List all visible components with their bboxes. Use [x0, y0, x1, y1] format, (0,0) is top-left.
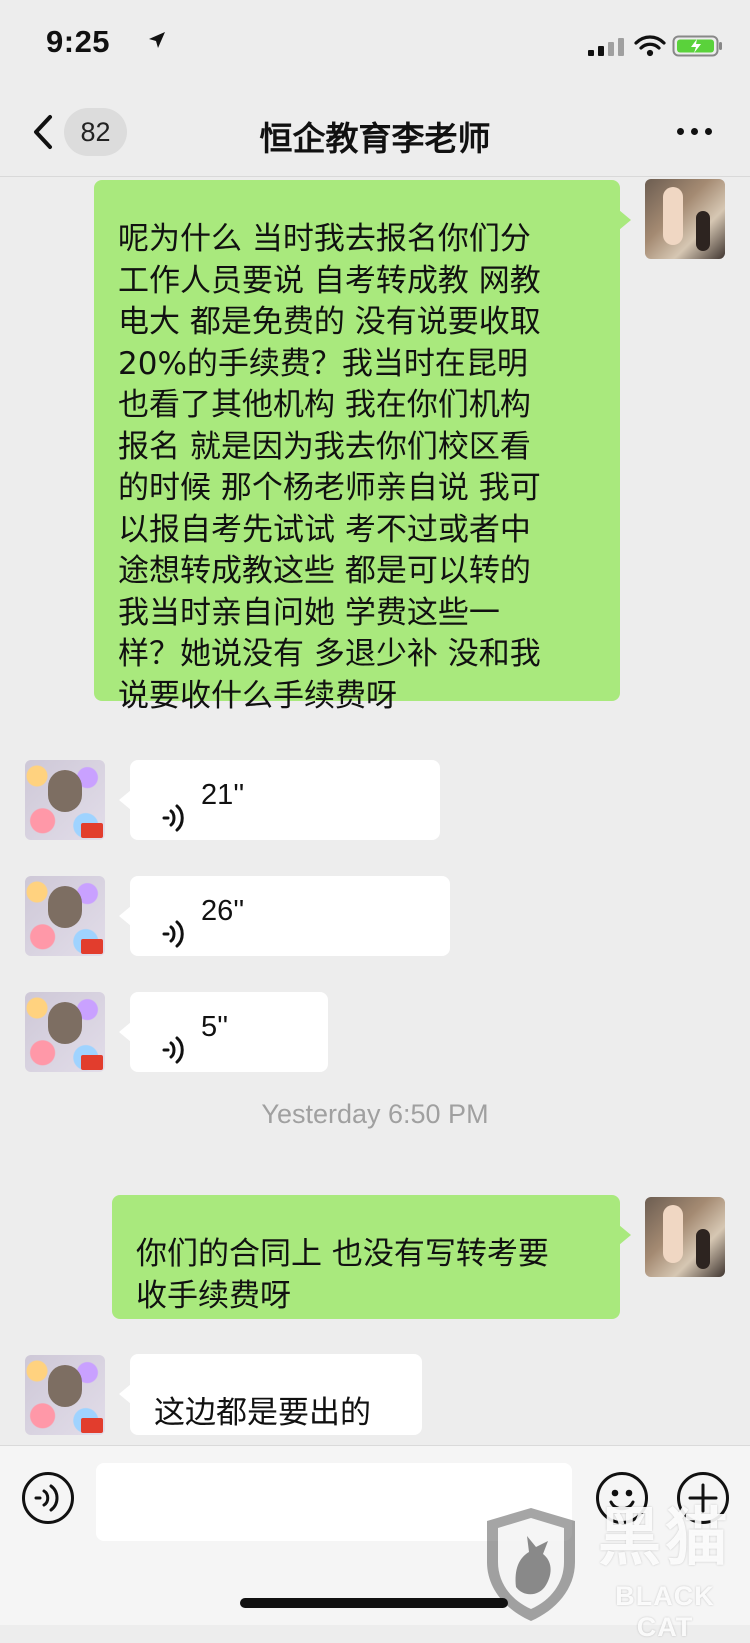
contact-avatar[interactable] [25, 760, 105, 840]
message-text: 呢为什么 当时我去报名你们分 工作人员要说 自考转成教 网教 电大 都是免费的 … [118, 221, 541, 714]
voice-wave-icon [158, 784, 186, 837]
incoming-message-bubble[interactable]: 这边都是要出的 [119, 1354, 422, 1435]
chat-header: 82 恒企教育李老师 [0, 90, 750, 177]
wifi-icon [634, 34, 666, 62]
contact-avatar[interactable] [25, 1355, 105, 1435]
watermark-english-text: BLACK CAT [615, 1581, 715, 1642]
message-text: 这边都是要出的 [154, 1395, 371, 1431]
status-time: 9:25 [46, 24, 111, 59]
my-avatar[interactable] [645, 1197, 725, 1277]
voice-duration: 21'' [201, 779, 245, 811]
chat-message-list[interactable]: 呢为什么 当时我去报名你们分 工作人员要说 自考转成教 网教 电大 都是免费的 … [0, 177, 750, 1445]
voice-wave-icon [158, 1016, 186, 1069]
voice-message-bubble[interactable]: 5'' [119, 992, 328, 1072]
my-avatar[interactable] [645, 179, 725, 259]
voice-input-icon[interactable] [21, 1471, 75, 1525]
location-arrow-icon [148, 31, 166, 53]
message-text: 你们的合同上 也没有写转考要 收手续费呀 [136, 1236, 549, 1314]
watermark-chinese-text: 黑猫 [598, 1501, 732, 1574]
home-indicator[interactable] [240, 1598, 508, 1608]
chat-title: 恒企教育李老师 [259, 119, 491, 158]
voice-message-bubble[interactable]: 26'' [119, 876, 450, 956]
contact-avatar[interactable] [25, 992, 105, 1072]
outgoing-message-bubble[interactable]: 呢为什么 当时我去报名你们分 工作人员要说 自考转成教 网教 电大 都是免费的 … [94, 180, 631, 714]
cellular-signal-icon [588, 36, 624, 56]
more-options-button[interactable] [674, 124, 716, 140]
contact-avatar[interactable] [25, 876, 105, 956]
voice-message-bubble[interactable]: 21'' [119, 760, 440, 840]
message-timestamp: Yesterday 6:50 PM [261, 1099, 489, 1129]
voice-wave-icon [158, 900, 186, 953]
voice-duration: 26'' [201, 895, 245, 927]
status-bar: 9:25 [0, 0, 750, 90]
battery-charging-icon [672, 34, 724, 62]
voice-duration: 5'' [201, 1011, 229, 1043]
outgoing-message-bubble[interactable]: 你们的合同上 也没有写转考要 收手续费呀 [112, 1195, 631, 1319]
